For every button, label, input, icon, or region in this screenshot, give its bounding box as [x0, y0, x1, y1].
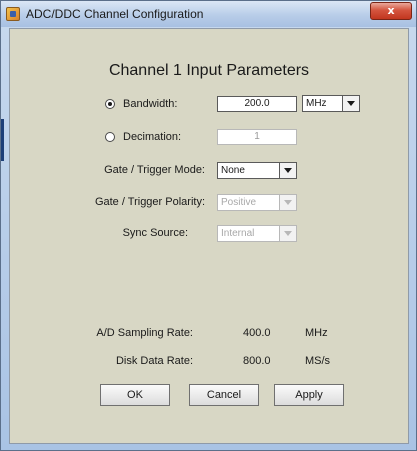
chevron-down-icon	[279, 163, 296, 178]
decimation-input[interactable]: 1	[217, 129, 297, 145]
bandwidth-unit-value: MHz	[306, 98, 327, 109]
sync-source-label: Sync Source:	[122, 227, 188, 239]
disk-rate-value: 800.0	[243, 355, 271, 367]
gate-mode-value: None	[221, 165, 245, 176]
gate-polarity-select[interactable]: Positive	[217, 194, 297, 211]
decimation-label: Decimation:	[123, 131, 182, 143]
gate-mode-label: Gate / Trigger Mode:	[104, 164, 205, 176]
dialog-window: ADC/DDC Channel Configuration x Channel …	[0, 0, 417, 451]
window-title: ADC/DDC Channel Configuration	[26, 7, 204, 21]
title-bar[interactable]: ADC/DDC Channel Configuration x	[1, 1, 416, 27]
sync-source-value: Internal	[221, 228, 255, 239]
sampling-rate-value: 400.0	[243, 327, 271, 339]
close-button[interactable]: x	[370, 2, 412, 20]
chevron-down-icon	[279, 195, 296, 210]
window-edge-accent	[1, 119, 4, 161]
cancel-button[interactable]: Cancel	[189, 384, 259, 406]
chevron-down-icon	[342, 96, 359, 111]
dialog-content: Channel 1 Input Parameters Bandwidth: 20…	[9, 28, 409, 444]
disk-rate-label: Disk Data Rate:	[115, 355, 193, 367]
sampling-rate-unit: MHz	[305, 327, 328, 339]
bandwidth-radio[interactable]	[105, 99, 115, 109]
bandwidth-label: Bandwidth:	[123, 98, 178, 110]
sync-source-select[interactable]: Internal	[217, 225, 297, 242]
app-icon	[6, 7, 20, 21]
sampling-rate-label: A/D Sampling Rate:	[96, 327, 193, 339]
decimation-radio[interactable]	[105, 132, 115, 142]
bandwidth-input[interactable]: 200.0	[217, 96, 297, 112]
apply-button[interactable]: Apply	[274, 384, 344, 406]
disk-rate-unit: MS/s	[305, 355, 331, 367]
page-title: Channel 1 Input Parameters	[108, 62, 310, 79]
gate-polarity-value: Positive	[221, 197, 257, 208]
ok-button[interactable]: OK	[100, 384, 170, 406]
bandwidth-unit-select[interactable]: MHz	[302, 95, 360, 112]
chevron-down-icon	[279, 226, 296, 241]
gate-mode-select[interactable]: None	[217, 162, 297, 179]
gate-polarity-label: Gate / Trigger Polarity:	[94, 196, 205, 208]
